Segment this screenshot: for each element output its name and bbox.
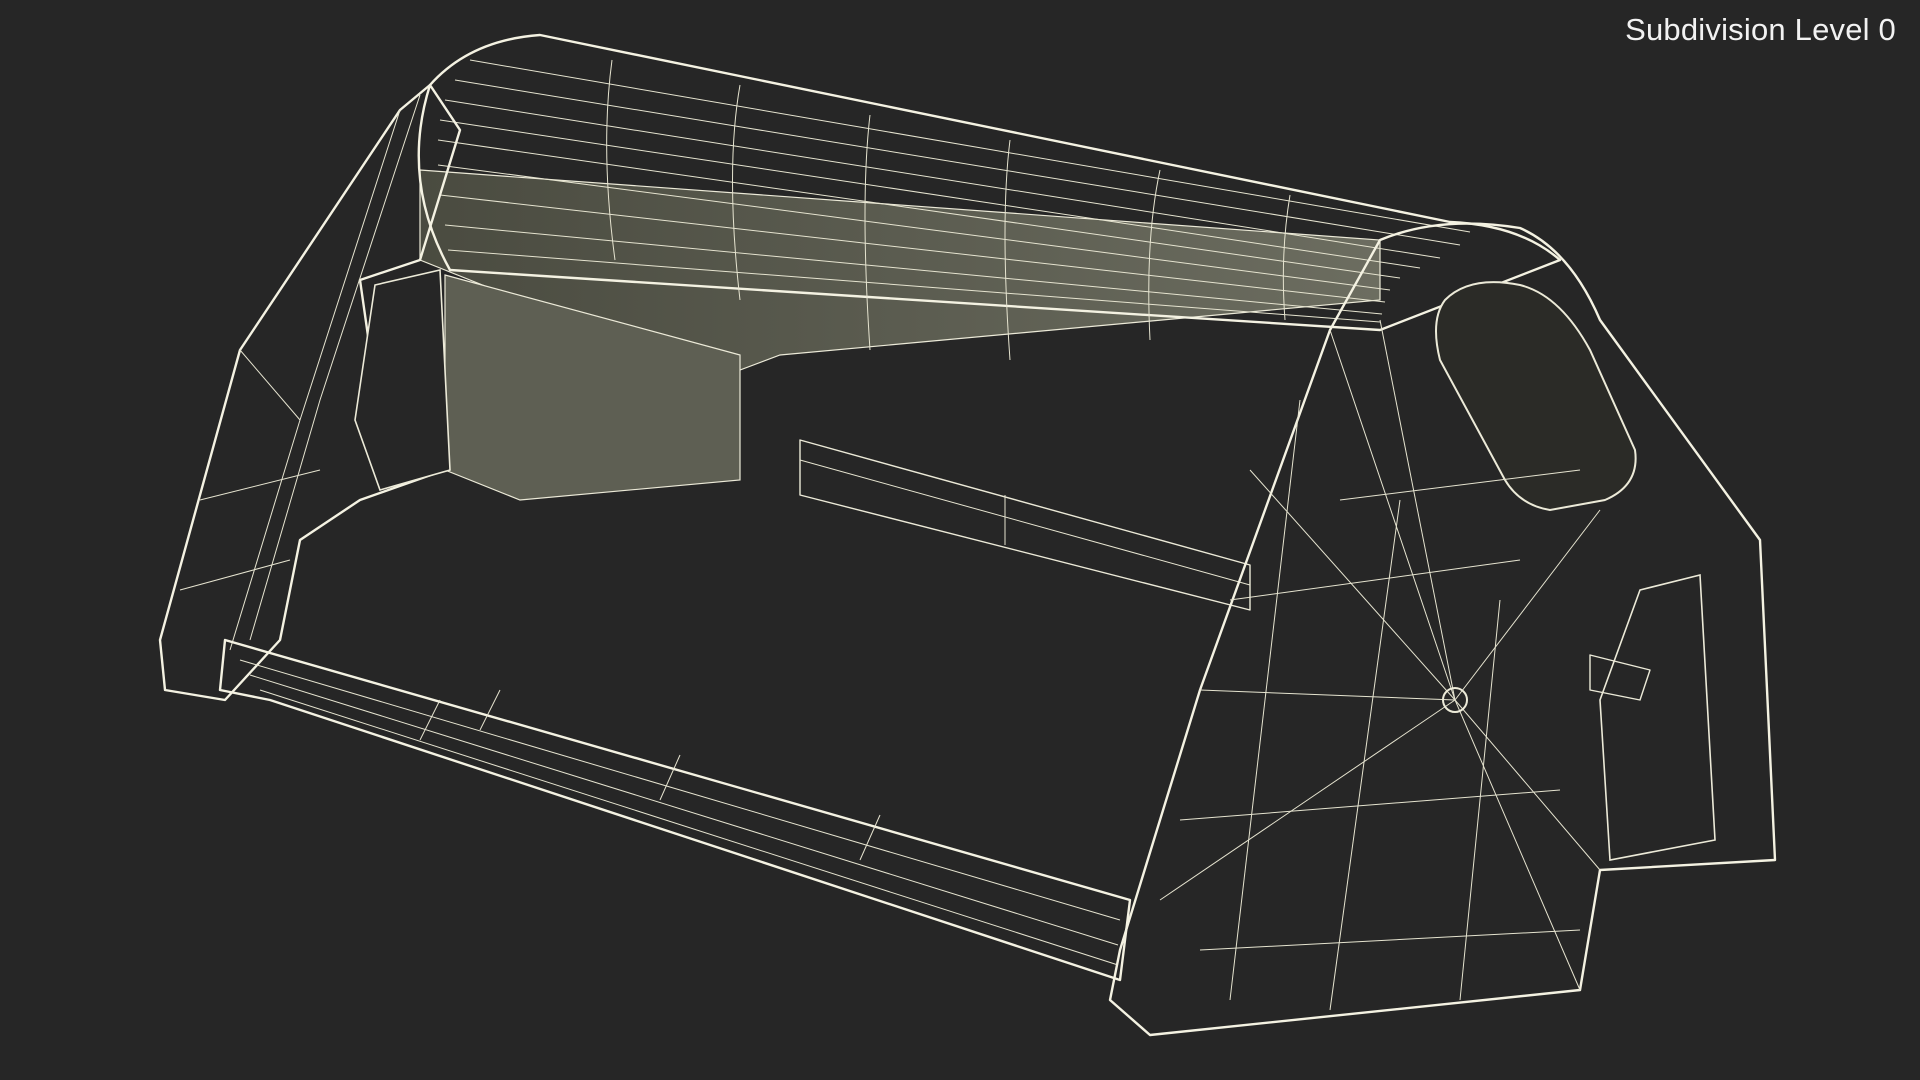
right-frame xyxy=(1108,222,1777,1037)
left-frame xyxy=(158,83,462,702)
3d-viewport[interactable]: Subdivision Level 0 xyxy=(0,0,1920,1080)
front-rail xyxy=(218,638,1132,982)
back-rail xyxy=(799,439,1251,611)
inner-wall xyxy=(419,169,1381,501)
subdivision-level-label: Subdivision Level 0 xyxy=(1625,12,1896,47)
wireframe-model xyxy=(158,33,1777,1037)
